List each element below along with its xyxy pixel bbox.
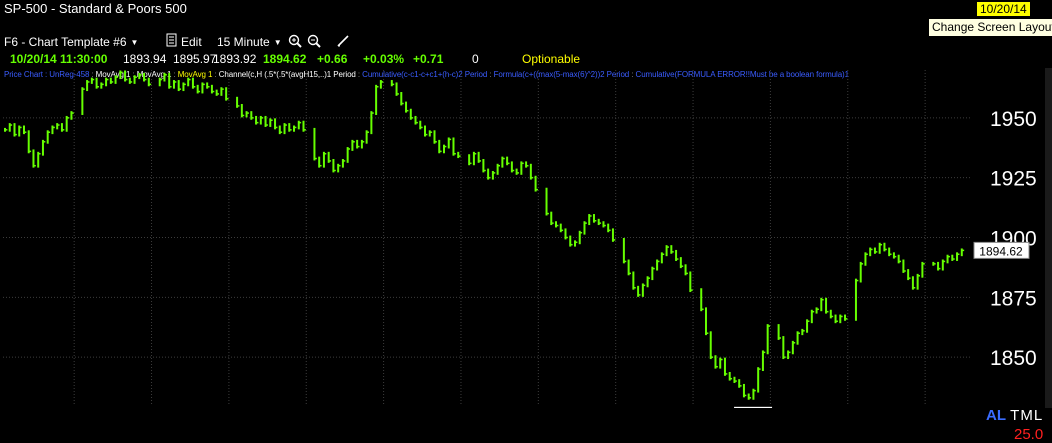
zoom-out-icon[interactable] [307,34,321,51]
interval-label: 15 Minute [217,35,270,49]
last-price-badge: 1894.62 [973,241,1030,259]
tml-indicator[interactable]: TML [1010,407,1043,424]
quote-pct-change: +0.03% [363,52,405,66]
vertical-scrollbar[interactable] [1045,68,1052,408]
window-title: SP-500 - Standard & Poors 500 [4,1,187,16]
y-tick-label: 1875 [990,287,1037,310]
low-marker [734,406,773,408]
quote-datetime: 10/20/14 11:30:00 [10,52,108,66]
date-badge[interactable]: 10/20/14 [977,2,1030,16]
chart-mode-indicator: AL TML [986,407,1043,424]
y-tick-label: 1950 [990,108,1037,131]
quote-low: 1893.92 [213,52,257,66]
al-indicator[interactable]: AL [986,407,1006,424]
last-price-text: 1894.62 [979,244,1023,258]
pencil-icon[interactable] [336,34,350,51]
tooltip: Change Screen Layout [928,18,1052,37]
template-label: F6 - Chart Template #6 [4,35,127,49]
chevron-down-icon: ▼ [273,38,282,48]
quote-last: 1894.62 [263,52,307,66]
quote-open: 1893.94 [123,52,167,66]
edit-icon[interactable] [166,33,178,50]
edit-button[interactable]: Edit [181,35,202,49]
y-tick-label: 1850 [990,347,1037,370]
y-tick-label: 1925 [990,168,1037,191]
quote-net: +0.71 [413,52,444,66]
corner-value: 25.0 [1014,426,1044,443]
quote-optionable: Optionable [522,52,581,66]
quote-volume: 0 [472,52,479,66]
template-dropdown[interactable]: F6 - Chart Template #6 ▼ [4,35,138,49]
interval-dropdown[interactable]: 15 Minute ▼ [217,35,282,49]
quote-high: 1895.97 [173,52,217,66]
quote-change: +0.66 [317,52,348,66]
chart-toolbar: F6 - Chart Template #6 ▼ Edit 15 Minute ▼ [0,33,920,51]
chevron-down-icon: ▼ [130,38,139,48]
quote-line: 10/20/14 11:30:00 1893.94 1895.97 1893.9… [0,52,700,67]
title-bar: SP-500 - Standard & Poors 500 10/20/14 [0,0,1052,18]
zoom-in-icon[interactable] [288,34,302,51]
price-chart[interactable]: 1850187519001925195010/0210/0310/0610/07… [0,68,1045,408]
